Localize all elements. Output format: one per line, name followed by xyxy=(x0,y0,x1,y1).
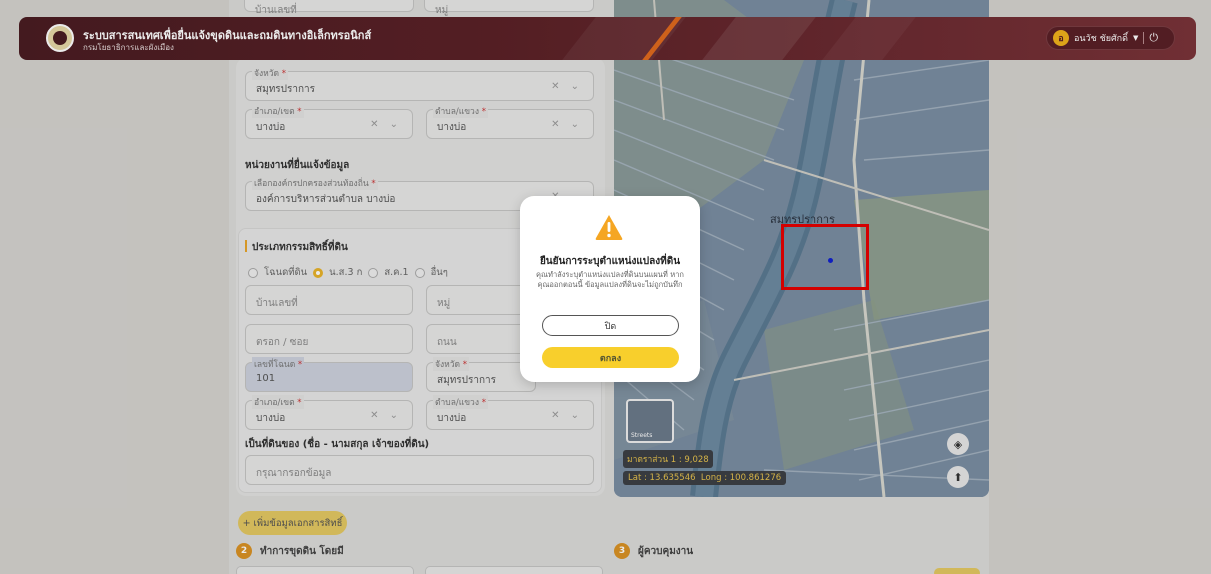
warning-icon xyxy=(595,215,623,240)
confirm-button[interactable]: ตกลง xyxy=(542,347,679,368)
close-button[interactable]: ปิด xyxy=(542,315,679,336)
confirm-location-dialog: ยืนยันการระบุตำแหน่งแปลงที่ดิน คุณทำลังร… xyxy=(520,196,700,382)
dialog-message: คุณทำลังระบุตำแหน่งแปลงที่ดินบนแผนที่ หา… xyxy=(536,270,684,289)
dialog-title: ยืนยันการระบุตำแหน่งแปลงที่ดิน xyxy=(539,256,681,267)
